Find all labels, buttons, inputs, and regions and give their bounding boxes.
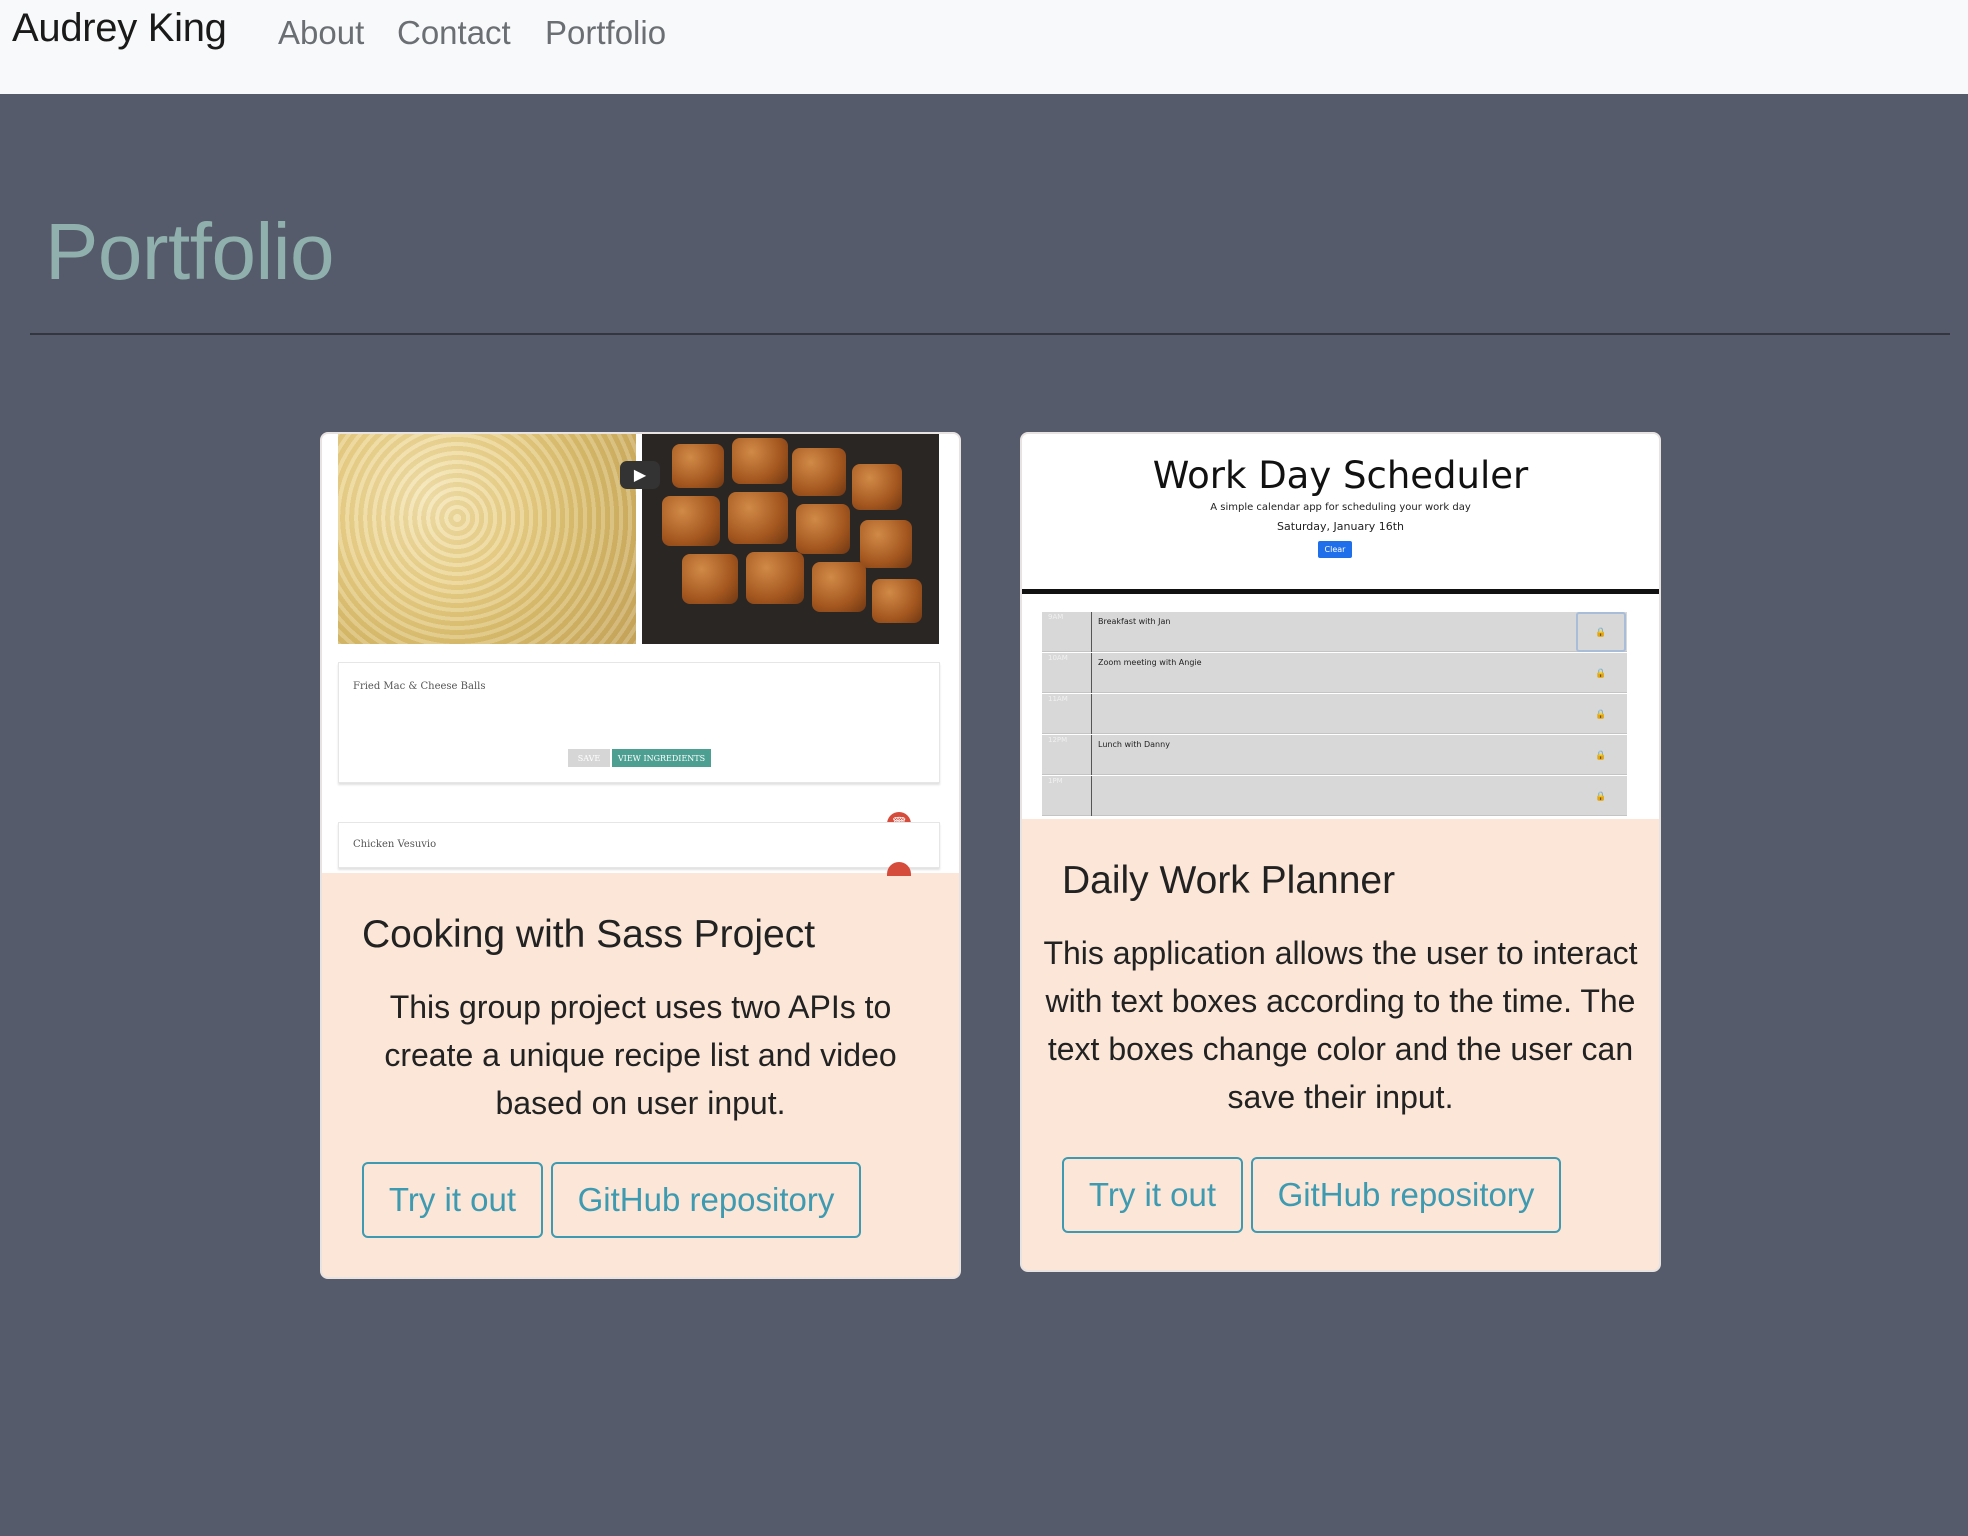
view-ingredients-mini-button: VIEW INGREDIENTS xyxy=(612,749,711,767)
card-title: Cooking with Sass Project xyxy=(362,913,816,956)
project-screenshot-cooking: ▶ Fried Mac & Cheese Balls SAVE VIEW ING… xyxy=(322,434,959,876)
fried-nuggets-image xyxy=(642,434,939,644)
recipe-card-1: Fried Mac & Cheese Balls SAVE VIEW INGRE… xyxy=(338,662,940,783)
row-hour: 10AM xyxy=(1048,654,1068,662)
brand-link[interactable]: Audrey King xyxy=(12,6,227,51)
nav-link-contact[interactable]: Contact xyxy=(397,14,511,52)
lock-icon: 🔒 xyxy=(1595,708,1607,719)
clear-mini-button: Clear xyxy=(1318,541,1352,558)
github-repository-button[interactable]: GitHub repository xyxy=(551,1162,861,1238)
nav-link-portfolio[interactable]: Portfolio xyxy=(545,14,666,52)
row-hour: 1PM xyxy=(1048,777,1063,785)
card-text: This group project uses two APIs to crea… xyxy=(384,989,897,1121)
time-row: 11AM 🔒 xyxy=(1042,694,1627,734)
recipe-name: Fried Mac & Cheese Balls xyxy=(353,681,486,692)
play-icon: ▶ xyxy=(620,461,660,489)
try-it-out-button[interactable]: Try it out xyxy=(362,1162,543,1238)
project-card-cooking: ▶ Fried Mac & Cheese Balls SAVE VIEW ING… xyxy=(320,432,961,1279)
lock-icon: 🔒 xyxy=(1595,790,1607,801)
scheduler-date: Saturday, January 16th xyxy=(1276,520,1405,533)
row-hour: 12PM xyxy=(1048,736,1068,744)
recipe-card-2: Chicken Vesuvio xyxy=(338,822,940,868)
row-hour: 11AM xyxy=(1048,695,1068,703)
title-divider xyxy=(30,333,1950,335)
row-text: Lunch with Danny xyxy=(1098,740,1170,749)
navbar: Audrey King About Contact Portfolio xyxy=(0,0,1968,94)
scheduler-title: Work Day Scheduler xyxy=(1152,454,1529,497)
card-title: Daily Work Planner xyxy=(1062,859,1396,902)
row-text: Breakfast with Jan xyxy=(1098,617,1171,626)
time-row: 10AM Zoom meeting with Angie 🔒 xyxy=(1042,653,1627,693)
card-body: Cooking with Sass Project This group pro… xyxy=(322,873,959,1277)
lock-icon: 🔒 xyxy=(1595,667,1607,678)
try-it-out-button[interactable]: Try it out xyxy=(1062,1157,1243,1233)
row-hour: 9AM xyxy=(1048,613,1064,621)
card-text: This application allows the user to inte… xyxy=(1043,935,1638,1115)
mac-and-cheese-image xyxy=(338,434,636,644)
row-text: Zoom meeting with Angie xyxy=(1098,658,1202,667)
recipe-name: Chicken Vesuvio xyxy=(353,839,437,850)
lock-icon: 🔒 xyxy=(1595,749,1607,760)
scheduler-divider xyxy=(1022,589,1659,594)
nav-link-about[interactable]: About xyxy=(278,14,364,52)
card-body: Daily Work Planner This application allo… xyxy=(1022,819,1659,1270)
page-title: Portfolio xyxy=(45,207,334,296)
time-row: 9AM Breakfast with Jan 🔒 xyxy=(1042,612,1627,652)
time-row: 1PM 🔒 xyxy=(1042,776,1627,816)
save-mini-button: SAVE xyxy=(568,749,610,767)
project-screenshot-planner: Work Day Scheduler A simple calendar app… xyxy=(1022,434,1659,819)
github-repository-button[interactable]: GitHub repository xyxy=(1251,1157,1561,1233)
time-row: 12PM Lunch with Danny 🔒 xyxy=(1042,735,1627,775)
project-card-planner: Work Day Scheduler A simple calendar app… xyxy=(1020,432,1661,1272)
lock-icon: 🔒 xyxy=(1576,612,1626,652)
scheduler-subtitle: A simple calendar app for scheduling you… xyxy=(1210,502,1471,513)
